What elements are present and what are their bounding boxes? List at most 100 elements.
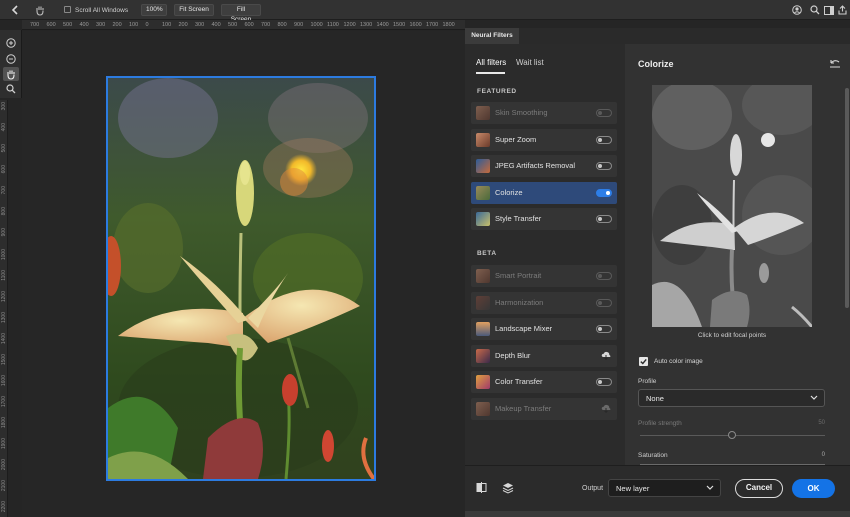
filter-item[interactable]: Smart Portrait [471, 265, 617, 287]
ruler-tick: 200 [178, 22, 188, 28]
face-thumb [476, 401, 490, 416]
tab-wait-list[interactable]: Wait list [516, 58, 544, 67]
fill-screen-button[interactable]: Fill Screen [221, 4, 261, 23]
filter-toggle[interactable] [596, 215, 612, 223]
profile-strength-knob[interactable] [728, 431, 736, 439]
ruler-tick: 1300 [1, 312, 7, 324]
filter-label: Smart Portrait [495, 271, 542, 280]
filter-toggle[interactable] [596, 325, 612, 333]
auto-color-label: Auto color image [654, 358, 703, 365]
filter-item[interactable]: Colorize [471, 181, 617, 204]
chevron-down-icon [706, 483, 714, 493]
filter-item[interactable]: Depth Blur [471, 344, 617, 367]
filter-item[interactable]: Color Transfer [471, 371, 617, 393]
ruler-tick: 1100 [1, 270, 7, 281]
filter-toggle[interactable] [596, 135, 612, 144]
filter-toggle[interactable] [596, 378, 612, 386]
neural-filters-tab[interactable]: Neural Filters [465, 28, 519, 44]
back-arrow-icon[interactable] [8, 0, 22, 20]
filter-item[interactable]: Super Zoom [471, 128, 617, 151]
cloud-download-icon[interactable] [601, 351, 611, 360]
filter-toggle[interactable] [596, 162, 612, 170]
document-image[interactable] [106, 76, 376, 481]
filter-label: Super Zoom [495, 134, 537, 144]
ruler-tick: 1100 [327, 22, 339, 28]
settings-scrollbar[interactable] [845, 88, 849, 308]
ruler-tick: 400 [79, 22, 89, 28]
horizontal-ruler: 700 600 500 400 300 200 100 0 100 200 300 400 500 600… [22, 20, 465, 30]
chevron-down-icon [810, 393, 818, 403]
hand-tool-icon[interactable] [32, 0, 48, 20]
search-icon[interactable] [808, 0, 822, 20]
filter-toggle[interactable] [596, 188, 612, 197]
ruler-tick: 2200 [1, 501, 7, 513]
focal-point-preview[interactable] [652, 85, 812, 327]
saturation-label: Saturation [638, 452, 668, 459]
ruler-tick: 1000 [310, 22, 323, 28]
hand-icon[interactable] [3, 67, 19, 81]
filter-item[interactable]: Makeup Transfer [471, 397, 617, 420]
ruler-tick: 700 [1, 186, 7, 195]
auto-color-checkbox[interactable] [639, 357, 648, 366]
ruler-tick: 900 [1, 228, 7, 237]
zoom-out-icon[interactable] [3, 52, 19, 66]
ruler-tick: 2100 [1, 480, 7, 492]
color-transfer-thumb [476, 375, 490, 389]
filter-item[interactable]: JPEG Artifacts Removal [471, 155, 617, 177]
ruler-tick: 1200 [1, 291, 7, 303]
face-thumb [476, 106, 490, 120]
filter-item[interactable]: Harmonization [471, 291, 617, 314]
output-dropdown[interactable]: New layer [608, 479, 721, 497]
before-after-icon[interactable] [476, 482, 487, 495]
layer-preview-icon[interactable] [502, 482, 514, 496]
ruler-tick: 800 [277, 22, 287, 28]
filter-item[interactable]: Landscape Mixer [471, 318, 617, 340]
ruler-tick: 100 [129, 22, 139, 28]
tab-all-filters[interactable]: All filters [476, 58, 506, 67]
fit-screen-button[interactable]: Fit Screen [174, 4, 214, 16]
ruler-tick: 1300 [360, 22, 373, 28]
zoom-in-icon[interactable] [3, 36, 19, 50]
ruler-tick: 1900 [1, 438, 7, 450]
cloud-download-icon[interactable] [601, 404, 611, 413]
ruler-tick: 200 [112, 22, 122, 28]
filter-toggle[interactable] [596, 272, 612, 280]
ruler-tick: 300 [1, 102, 7, 111]
scroll-all-windows-checkbox[interactable] [64, 6, 71, 13]
ruler-tick: 1700 [426, 22, 439, 28]
filter-label: Style Transfer [495, 214, 542, 223]
filter-toggle[interactable] [596, 109, 612, 117]
filter-item[interactable]: Style Transfer [471, 208, 617, 230]
colorize-thumb [476, 185, 490, 200]
bottom-strip [465, 511, 850, 517]
jpeg-thumb [476, 159, 490, 173]
ruler-tick: 500 [228, 22, 238, 28]
beta-section-header: BETA [477, 250, 497, 257]
cancel-button[interactable]: Cancel [735, 479, 783, 498]
filter-label: Makeup Transfer [495, 403, 552, 413]
profile-strength-value: 50 [818, 420, 825, 426]
user-account-icon[interactable] [790, 0, 804, 20]
magnifier-icon[interactable] [3, 82, 19, 96]
depth-thumb [476, 348, 490, 363]
featured-section-header: FEATURED [477, 88, 517, 95]
workspace-icon[interactable] [822, 0, 836, 20]
ruler-tick: 700 [30, 22, 40, 28]
ruler-tick: 600 [46, 22, 56, 28]
ruler-tick: 300 [195, 22, 205, 28]
ruler-tick: 100 [162, 22, 172, 28]
profile-value: None [646, 394, 664, 403]
filter-toggle[interactable] [596, 298, 612, 307]
ruler-tick: 1700 [1, 396, 7, 408]
ok-button[interactable]: OK [792, 479, 835, 498]
filter-label: Depth Blur [495, 350, 531, 360]
photoshop-window: Scroll All Windows 100% Fit Screen Fill … [0, 0, 850, 517]
share-icon[interactable] [836, 0, 848, 20]
profile-dropdown[interactable]: None [638, 389, 825, 407]
ruler-tick: 600 [244, 22, 254, 28]
zoom-100-button[interactable]: 100% [141, 4, 167, 16]
reset-icon[interactable] [829, 59, 841, 71]
filter-item[interactable]: Skin Smoothing [471, 102, 617, 124]
filter-label: Landscape Mixer [495, 324, 553, 333]
colorize-settings-panel: Colorize Click to edit focal points Auto… [625, 44, 850, 465]
